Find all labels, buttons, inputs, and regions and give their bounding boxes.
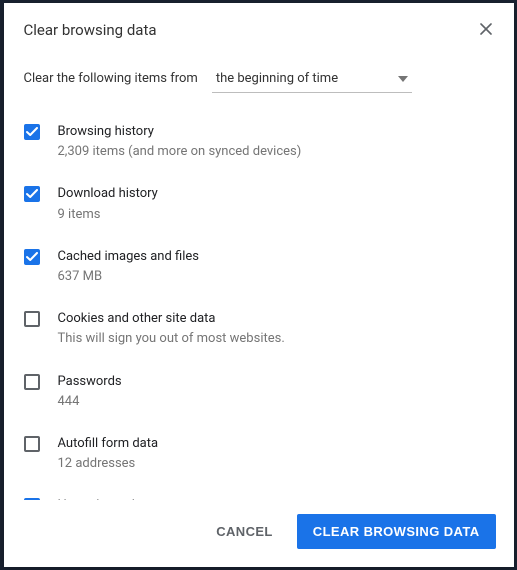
option-row: Passwords 444	[24, 363, 494, 425]
clear-button[interactable]: CLEAR BROWSING DATA	[297, 514, 496, 549]
option-checkbox[interactable]	[24, 124, 40, 140]
option-checkbox[interactable]	[24, 374, 40, 390]
dialog-footer: CANCEL CLEAR BROWSING DATA	[4, 500, 514, 567]
option-text: Passwords 444	[58, 373, 494, 411]
dialog-title: Clear browsing data	[24, 21, 157, 39]
time-range-row: Clear the following items from the begin…	[4, 39, 514, 93]
option-checkbox[interactable]	[24, 249, 40, 265]
clear-browsing-data-dialog: Clear browsing data Clear the following …	[4, 3, 514, 567]
option-text: Browsing history 2,309 items (and more on…	[58, 123, 494, 161]
options-list: Browsing history 2,309 items (and more on…	[4, 93, 514, 500]
option-text: Cached images and files 637 MB	[58, 248, 494, 286]
option-subtitle: This will sign you out of most websites.	[58, 330, 494, 348]
close-icon	[480, 23, 492, 35]
option-title: Autofill form data	[58, 435, 494, 453]
option-text: Autofill form data 12 addresses	[58, 435, 494, 473]
option-title: Cached images and files	[58, 248, 494, 266]
option-subtitle: 637 MB	[58, 268, 494, 286]
option-row: Browsing history 2,309 items (and more on…	[24, 113, 494, 175]
option-row: Cached images and files 637 MB	[24, 238, 494, 300]
option-subtitle: 444	[58, 393, 494, 411]
option-text: Cookies and other site data This will sig…	[58, 310, 494, 348]
time-range-value: the beginning of time	[216, 71, 338, 86]
option-checkbox[interactable]	[24, 311, 40, 327]
option-row: Download history 9 items	[24, 175, 494, 237]
option-row: Autofill form data 12 addresses	[24, 425, 494, 487]
option-checkbox[interactable]	[24, 186, 40, 202]
option-title: Passwords	[58, 373, 494, 391]
dialog-header: Clear browsing data	[4, 3, 514, 39]
time-range-dropdown[interactable]: the beginning of time	[212, 67, 412, 93]
cancel-button[interactable]: CANCEL	[206, 516, 283, 547]
option-text: Download history 9 items	[58, 185, 494, 223]
option-row: Hosted app data10 apps (Cloud Print, Gma…	[24, 487, 494, 500]
option-title: Download history	[58, 185, 494, 203]
option-title: Browsing history	[58, 123, 494, 141]
option-row: Cookies and other site data This will sig…	[24, 300, 494, 362]
option-subtitle: 12 addresses	[58, 455, 494, 473]
chevron-down-icon	[398, 76, 408, 82]
option-subtitle: 2,309 items (and more on synced devices)	[58, 143, 494, 161]
option-checkbox[interactable]	[24, 436, 40, 452]
option-title: Cookies and other site data	[58, 310, 494, 328]
close-button[interactable]	[478, 21, 494, 37]
time-range-label: Clear the following items from	[24, 71, 198, 86]
option-subtitle: 9 items	[58, 206, 494, 224]
